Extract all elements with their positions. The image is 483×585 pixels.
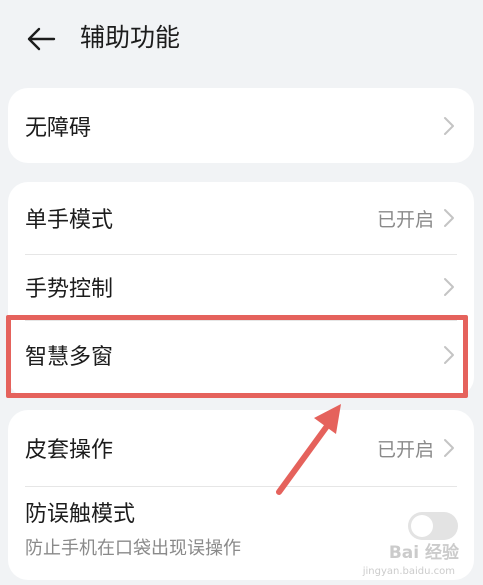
chevron-right-icon	[444, 439, 454, 457]
watermark-logo: Bai 经验	[388, 543, 459, 563]
chevron-right-icon	[444, 209, 454, 227]
cover-operation-label: 皮套操作	[25, 438, 114, 463]
back-button[interactable]	[24, 22, 58, 56]
accessibility-label: 无障碍	[25, 115, 92, 141]
back-arrow-icon	[27, 27, 56, 51]
one-hand-mode-row[interactable]: 单手模式 已开启	[8, 182, 474, 254]
watermark-url: jingyan.baidu.com	[362, 566, 455, 577]
accessibility-card: 无障碍	[8, 88, 474, 163]
highlight-box	[6, 315, 468, 398]
gesture-control-label: 手势控制	[25, 277, 114, 302]
chevron-right-icon	[444, 278, 454, 296]
gesture-control-row[interactable]: 手势控制	[8, 254, 474, 320]
cover-operation-status: 已开启	[376, 438, 434, 461]
accidental-touch-toggle[interactable]	[408, 512, 458, 540]
accidental-touch-description: 防止手机在口袋出现误操作	[25, 538, 241, 559]
chevron-right-icon	[444, 116, 454, 135]
accidental-touch-label: 防误触模式	[25, 502, 136, 527]
one-hand-mode-status: 已开启	[376, 208, 434, 231]
header: 辅助功能	[0, 0, 483, 80]
accessibility-row[interactable]: 无障碍	[8, 88, 474, 163]
cover-operation-row[interactable]: 皮套操作 已开启	[8, 410, 474, 486]
page-title: 辅助功能	[80, 23, 181, 52]
one-hand-mode-label: 单手模式	[25, 208, 114, 233]
toggle-knob	[411, 515, 433, 537]
